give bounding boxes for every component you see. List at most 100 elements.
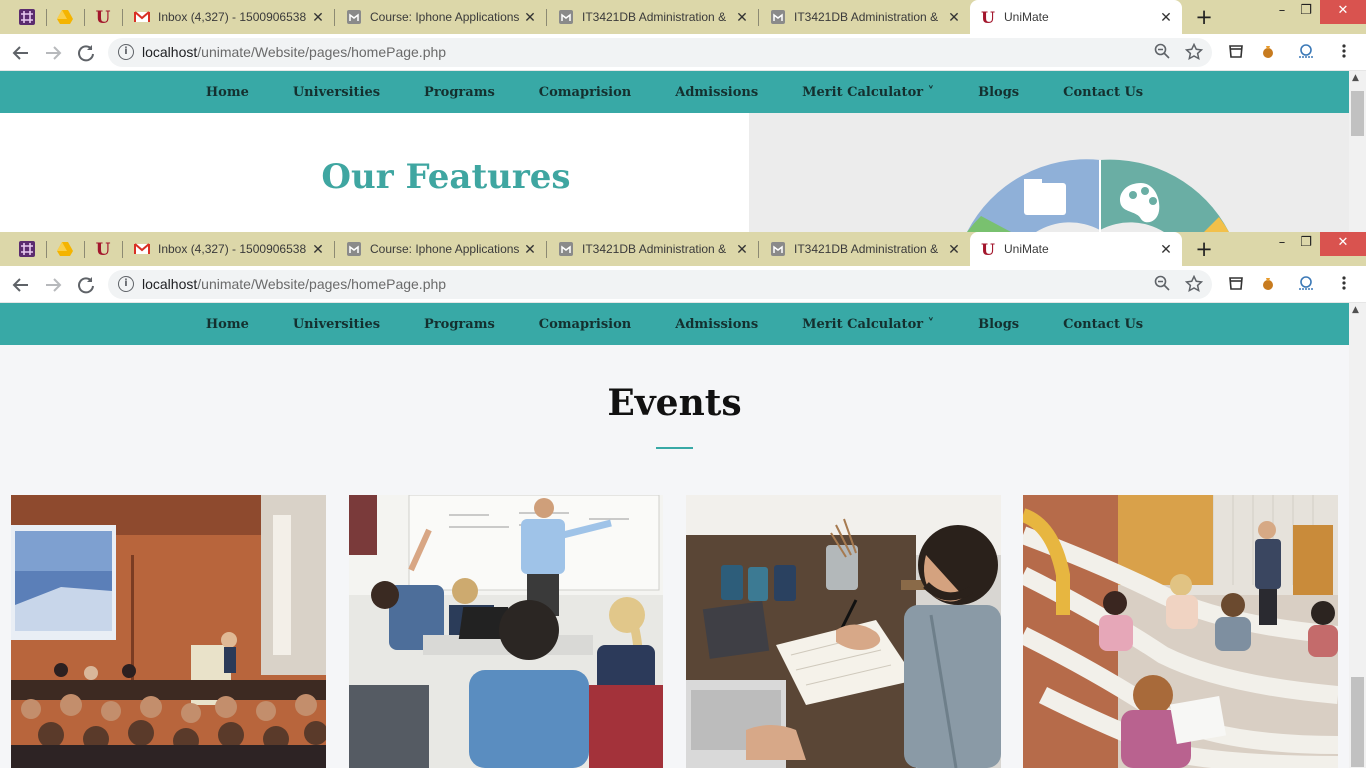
nav-programs[interactable]: Programs [424, 85, 495, 100]
close-tab-icon[interactable]: ✕ [946, 241, 962, 257]
close-tab-icon[interactable]: ✕ [1158, 241, 1174, 257]
nav-comparison[interactable]: Comaprision [539, 85, 631, 100]
close-tab-icon[interactable]: ✕ [310, 9, 326, 25]
nav-blogs[interactable]: Blogs [978, 317, 1019, 332]
close-tab-icon[interactable]: ✕ [1158, 9, 1174, 25]
nav-merit-calculator[interactable]: Merit Calculator ˅ [802, 317, 934, 332]
nav-admissions[interactable]: Admissions [675, 85, 758, 100]
unimate-logo-icon: U [981, 9, 995, 25]
close-tab-icon[interactable]: ✕ [310, 241, 326, 257]
extension-meter-icon[interactable] [1296, 43, 1316, 63]
nav-home[interactable]: Home [206, 317, 249, 332]
event-card-lecture-hall[interactable] [1023, 495, 1338, 768]
extension-moneybag-icon[interactable] [1258, 275, 1278, 295]
zoom-icon[interactable] [1152, 275, 1172, 295]
nav-admissions[interactable]: Admissions [675, 317, 758, 332]
url-text[interactable]: localhost/unimate/Website/pages/homePage… [142, 276, 446, 292]
star-icon[interactable] [1184, 274, 1204, 295]
extension-shield-icon[interactable] [1226, 43, 1246, 63]
nav-programs[interactable]: Programs [424, 317, 495, 332]
tab-it3421-a[interactable]: IT3421DB Administration & ✕ [548, 0, 758, 34]
nav-contact-us[interactable]: Contact Us [1063, 85, 1143, 100]
tab-course[interactable]: Course: Iphone Applications ✕ [336, 232, 546, 266]
pinned-tab-slack[interactable] [14, 237, 40, 261]
pinned-tab-slack[interactable] [14, 5, 40, 29]
gmail-icon [134, 243, 150, 254]
tab-it3421-b[interactable]: IT3421DB Administration & ✕ [760, 232, 970, 266]
close-tab-icon[interactable]: ✕ [734, 241, 750, 257]
browser-menu-icon[interactable] [1334, 275, 1354, 295]
events-title: Events [607, 382, 742, 424]
nav-comparison[interactable]: Comaprision [539, 317, 631, 332]
new-tab-button[interactable]: + [1192, 238, 1216, 260]
tab-gmail[interactable]: Inbox (4,327) - 1500906538 ✕ [124, 0, 334, 34]
arrow-right-icon [46, 278, 62, 292]
nav-blogs[interactable]: Blogs [978, 85, 1019, 100]
back-button[interactable] [8, 40, 34, 66]
tab-gmail[interactable]: Inbox (4,327) - 1500906538 ✕ [124, 232, 334, 266]
back-button[interactable] [8, 272, 34, 298]
window-close-button[interactable]: ✕ [1320, 232, 1366, 256]
event-image-art-student [686, 495, 1001, 768]
features-section: Our Features [0, 113, 749, 232]
tab-unimate-active[interactable]: U UniMate ✕ [970, 232, 1182, 266]
close-tab-icon[interactable]: ✕ [734, 9, 750, 25]
tab-it3421-a[interactable]: IT3421DB Administration & ✕ [548, 232, 758, 266]
tab-it3421-b[interactable]: IT3421DB Administration & ✕ [760, 0, 970, 34]
event-card-classroom[interactable] [349, 495, 663, 768]
nav-universities[interactable]: Universities [293, 317, 380, 332]
scroll-thumb[interactable] [1351, 677, 1364, 767]
tab-course[interactable]: Course: Iphone Applications ✕ [336, 0, 546, 34]
arrow-right-icon [46, 46, 62, 60]
scroll-thumb[interactable] [1351, 91, 1364, 136]
nav-contact-us[interactable]: Contact Us [1063, 317, 1143, 332]
extension-shield-icon[interactable] [1226, 275, 1246, 295]
page-scrollbar[interactable]: ▲ [1349, 71, 1366, 232]
reload-button[interactable] [73, 272, 99, 298]
address-bar[interactable]: i localhost/unimate/Website/pages/homePa… [108, 270, 1212, 299]
pinned-tab-drive[interactable] [52, 5, 78, 29]
url-text[interactable]: localhost/unimate/Website/pages/homePage… [142, 44, 446, 60]
pinned-tab-unimate[interactable]: U [90, 237, 116, 261]
address-bar[interactable]: i localhost/unimate/Website/pages/homePa… [108, 38, 1212, 67]
tab-unimate-active[interactable]: U UniMate ✕ [970, 0, 1182, 34]
arrow-left-icon [12, 46, 28, 60]
nav-merit-calculator[interactable]: Merit Calculator ˅ [802, 85, 934, 100]
pinned-tab-drive[interactable] [52, 237, 78, 261]
nav-universities[interactable]: Universities [293, 85, 380, 100]
new-tab-button[interactable]: + [1192, 6, 1216, 28]
slack-icon [19, 241, 35, 257]
tab-title: Course: Iphone Applications [370, 242, 520, 256]
browser-menu-icon[interactable] [1334, 43, 1354, 63]
star-icon[interactable] [1184, 42, 1204, 63]
close-tab-icon[interactable]: ✕ [522, 241, 538, 257]
browser-window-top: U Inbox (4,327) - 1500906538 ✕ Course: I… [0, 0, 1366, 232]
forward-button[interactable] [40, 40, 66, 66]
close-tab-icon[interactable]: ✕ [946, 9, 962, 25]
reload-button[interactable] [73, 40, 99, 66]
restore-button[interactable]: ❐ [1288, 0, 1324, 24]
unimate-logo-icon: U [96, 240, 111, 258]
event-card-conference[interactable] [11, 495, 326, 768]
tab-title: IT3421DB Administration & [582, 10, 727, 24]
page-scrollbar[interactable]: ▲ [1349, 303, 1366, 768]
restore-button[interactable]: ❐ [1288, 232, 1324, 256]
extension-meter-icon[interactable] [1296, 275, 1316, 295]
extension-moneybag-icon[interactable] [1258, 43, 1278, 63]
nav-home[interactable]: Home [206, 85, 249, 100]
scroll-up-icon[interactable]: ▲ [1352, 305, 1359, 315]
tab-title: UniMate [1004, 242, 1049, 256]
pinned-tab-unimate[interactable]: U [90, 5, 116, 29]
gmail-icon [134, 11, 150, 22]
info-icon[interactable]: i [118, 44, 134, 60]
zoom-icon[interactable] [1152, 43, 1172, 63]
reload-icon [78, 45, 94, 62]
info-icon[interactable]: i [118, 276, 134, 292]
event-image-classroom [349, 495, 663, 768]
tab-title: IT3421DB Administration & [582, 242, 727, 256]
window-close-button[interactable]: ✕ [1320, 0, 1366, 24]
forward-button[interactable] [40, 272, 66, 298]
event-card-art-student[interactable] [686, 495, 1001, 768]
close-tab-icon[interactable]: ✕ [522, 9, 538, 25]
scroll-up-icon[interactable]: ▲ [1352, 73, 1359, 83]
